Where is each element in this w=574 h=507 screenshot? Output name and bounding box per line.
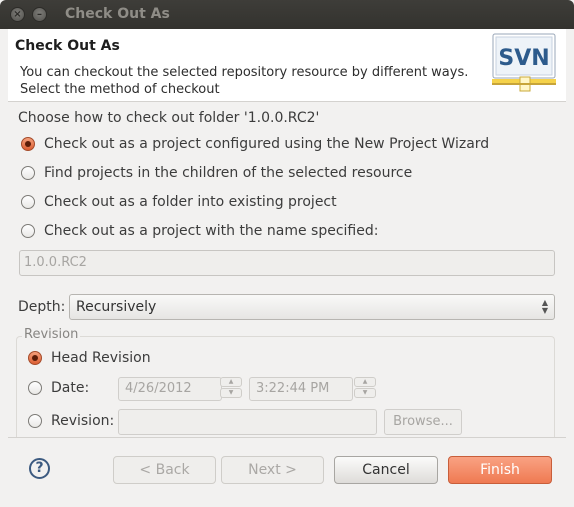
header-title: Check Out As — [15, 38, 120, 54]
radio-button[interactable] — [21, 166, 35, 180]
option-revision-number[interactable]: Revision: — [28, 413, 114, 429]
minimize-icon[interactable]: – — [32, 7, 47, 22]
header-description: You can checkout the selected repository… — [20, 65, 469, 97]
depth-select[interactable]: Recursively ▲ ▼ — [69, 294, 555, 320]
check-out-as-dialog: × – Check Out As Check Out As You can ch… — [0, 0, 574, 507]
svn-logo-icon: SVN — [492, 33, 556, 92]
radio-button-checked[interactable] — [21, 137, 35, 151]
option-label: Head Revision — [51, 350, 151, 366]
wizard-header: Check Out As You can checkout the select… — [8, 29, 566, 101]
spin-up-icon[interactable]: ▲ — [354, 377, 376, 387]
cancel-button[interactable]: Cancel — [334, 456, 438, 484]
option-new-project-wizard[interactable]: Check out as a project configured using … — [21, 136, 489, 152]
help-icon[interactable]: ? — [29, 458, 50, 479]
footer-separator — [8, 437, 566, 438]
option-label: Check out as a project configured using … — [44, 136, 490, 152]
revision-group-title: Revision — [22, 327, 81, 342]
spin-down-icon[interactable]: ▼ — [354, 388, 376, 398]
wizard-content: Choose how to check out folder '1.0.0.RC… — [8, 102, 566, 437]
option-label: Find projects in the children of the sel… — [44, 165, 413, 181]
next-button[interactable]: Next > — [221, 456, 324, 484]
browse-button[interactable]: Browse... — [384, 409, 462, 435]
option-label: Date: — [51, 380, 90, 396]
date-field[interactable]: 4/26/2012 — [118, 377, 222, 401]
radio-button[interactable] — [28, 381, 42, 395]
option-date[interactable]: Date: — [28, 380, 89, 396]
time-spinner[interactable]: ▲ ▼ — [354, 377, 376, 399]
finish-button[interactable]: Finish — [448, 456, 552, 484]
svn-logo-text: SVN — [498, 46, 549, 71]
combo-arrows-icon: ▲ ▼ — [541, 298, 548, 315]
option-label: Check out as a project with the name spe… — [44, 223, 379, 239]
back-button[interactable]: < Back — [113, 456, 216, 484]
radio-button[interactable] — [21, 224, 35, 238]
date-spinner[interactable]: ▲ ▼ — [220, 377, 242, 399]
time-field[interactable]: 3:22:44 PM — [249, 377, 353, 401]
checkout-prompt: Choose how to check out folder '1.0.0.RC… — [18, 110, 320, 126]
option-project-name-specified[interactable]: Check out as a project with the name spe… — [21, 223, 378, 239]
spin-up-icon[interactable]: ▲ — [220, 377, 242, 387]
depth-selected-value: Recursively — [76, 299, 157, 315]
option-label: Check out as a folder into existing proj… — [44, 194, 337, 210]
revision-number-field[interactable] — [118, 409, 377, 435]
option-head-revision[interactable]: Head Revision — [28, 350, 151, 366]
project-name-field[interactable]: 1.0.0.RC2 — [19, 250, 555, 276]
option-folder-existing-project[interactable]: Check out as a folder into existing proj… — [21, 194, 337, 210]
close-icon[interactable]: × — [10, 7, 25, 22]
radio-button[interactable] — [21, 195, 35, 209]
spin-down-icon[interactable]: ▼ — [220, 388, 242, 398]
window-title: Check Out As — [65, 6, 170, 22]
title-bar: × – Check Out As — [0, 0, 574, 29]
option-label: Revision: — [51, 413, 115, 429]
radio-button-checked[interactable] — [28, 351, 42, 365]
option-find-projects[interactable]: Find projects in the children of the sel… — [21, 165, 412, 181]
radio-button[interactable] — [28, 414, 42, 428]
depth-label: Depth: — [18, 299, 66, 315]
